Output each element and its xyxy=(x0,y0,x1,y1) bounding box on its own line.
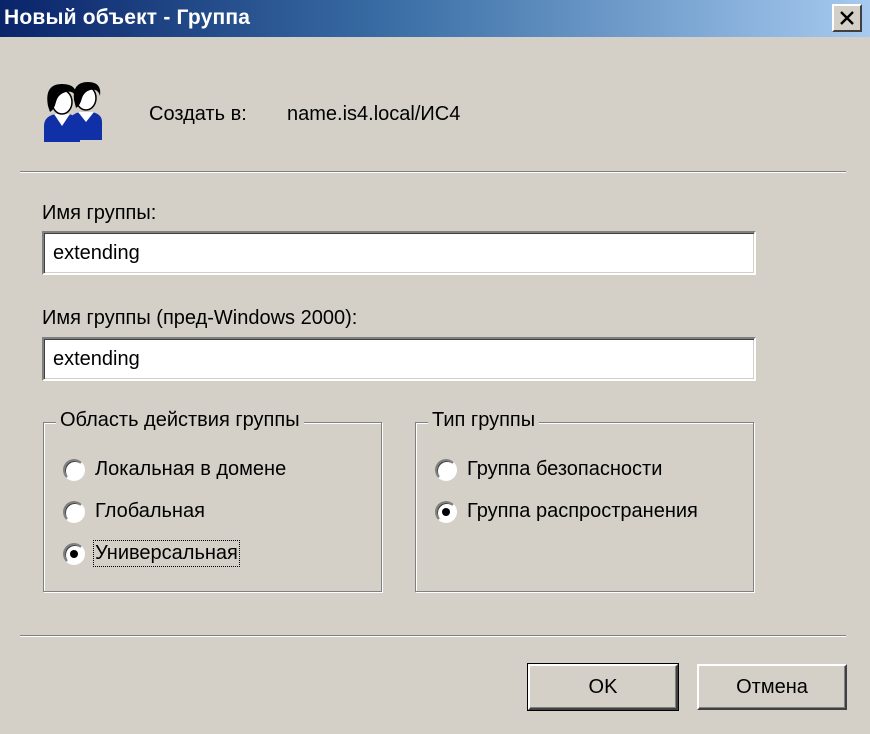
group-name-pre2000-input[interactable] xyxy=(42,337,756,381)
radio-scope-domain-local[interactable]: Локальная в домене xyxy=(63,458,286,481)
radio-type-security[interactable]: Группа безопасности xyxy=(435,458,662,481)
group-name-pre2000-label: Имя группы (пред-Windows 2000): xyxy=(42,307,358,329)
radio-label: Группа безопасности xyxy=(467,458,663,480)
separator-top xyxy=(20,171,846,173)
radio-button[interactable] xyxy=(63,458,85,481)
group-type-legend: Тип группы xyxy=(428,409,540,432)
create-in-path: name.is4.local/ИС4 xyxy=(287,103,461,125)
group-users-icon xyxy=(44,82,102,142)
radio-dot xyxy=(70,549,78,558)
close-button[interactable] xyxy=(832,4,862,32)
group-name-input[interactable] xyxy=(42,231,756,275)
close-icon xyxy=(840,11,854,25)
radio-button-selected[interactable] xyxy=(63,542,85,565)
radio-scope-universal[interactable]: Универсальная xyxy=(63,540,240,567)
radio-scope-global[interactable]: Глобальная xyxy=(63,500,205,523)
window-title: Новый объект - Группа xyxy=(4,6,251,29)
radio-label: Глобальная xyxy=(95,500,205,522)
cancel-button[interactable]: Отмена xyxy=(697,664,847,710)
radio-label: Универсальная xyxy=(93,540,240,567)
radio-button[interactable] xyxy=(63,500,85,523)
radio-button-selected[interactable] xyxy=(435,500,457,523)
create-in-label: Создать в: xyxy=(149,103,247,125)
separator-bottom xyxy=(20,635,846,637)
radio-type-distribution[interactable]: Группа распространения xyxy=(435,500,698,523)
radio-button[interactable] xyxy=(435,458,457,481)
radio-label: Группа распространения xyxy=(467,500,698,522)
radio-label: Локальная в домене xyxy=(95,458,287,480)
title-bar[interactable]: Новый объект - Группа xyxy=(0,0,870,37)
ok-button[interactable]: OK xyxy=(527,663,679,711)
group-name-label: Имя группы: xyxy=(42,202,157,224)
group-scope-legend: Область действия группы xyxy=(56,409,304,432)
radio-dot xyxy=(442,507,450,516)
